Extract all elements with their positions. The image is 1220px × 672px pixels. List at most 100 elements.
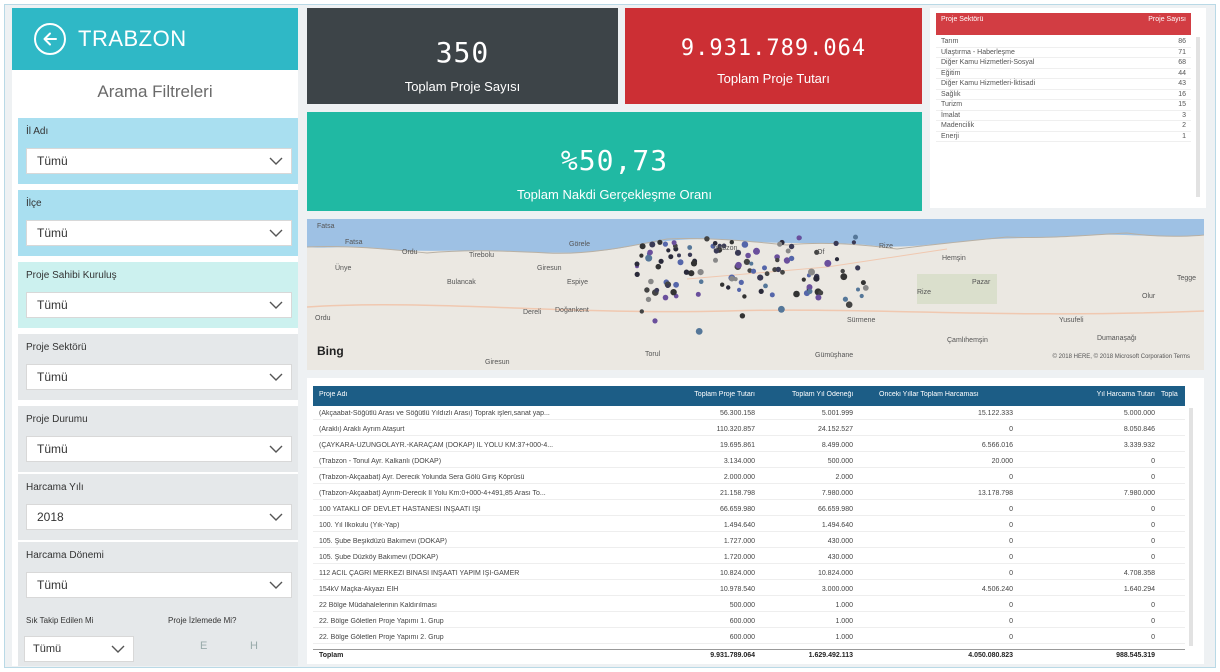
project-marker[interactable] xyxy=(743,258,750,265)
table-row[interactable]: (Trabzon-Akçaabat) Ayrım-Derecik İl Yolu… xyxy=(313,488,1185,500)
back-header[interactable]: TRABZON xyxy=(12,8,298,70)
project-marker[interactable] xyxy=(639,253,644,258)
sector-row[interactable]: Turizm 15 xyxy=(936,100,1191,111)
sector-row[interactable]: Madencilik 2 xyxy=(936,121,1191,132)
table-row[interactable]: 22. Bölge Göletleri Proje Yapımı 2. Grup… xyxy=(313,632,1185,644)
col-header-project[interactable]: Proje Adı xyxy=(319,391,519,398)
project-marker[interactable] xyxy=(758,288,764,294)
project-marker[interactable] xyxy=(671,240,677,246)
project-marker[interactable] xyxy=(673,281,679,288)
sector-row[interactable]: İmalat 3 xyxy=(936,111,1191,121)
project-marker[interactable] xyxy=(737,287,742,292)
project-marker[interactable] xyxy=(801,277,806,282)
project-marker[interactable] xyxy=(668,254,674,260)
kurulus-dropdown[interactable]: Tümü xyxy=(26,292,292,318)
project-marker[interactable] xyxy=(670,289,677,296)
project-marker[interactable] xyxy=(788,243,795,250)
table-row[interactable]: (Akçaabat-Söğütlü Arası ve Söğütlü Yıldı… xyxy=(313,408,1185,420)
project-marker[interactable] xyxy=(738,279,744,285)
project-marker[interactable] xyxy=(688,270,695,277)
project-marker[interactable] xyxy=(666,248,671,253)
izleme-option-h[interactable]: H xyxy=(250,640,258,652)
project-marker[interactable] xyxy=(662,241,668,247)
project-marker[interactable] xyxy=(860,280,866,286)
table-row[interactable]: 105. Şube Düzköy Bakımevi (DOKAP) 1.720.0… xyxy=(313,552,1185,564)
project-marker[interactable] xyxy=(665,284,670,288)
project-marker[interactable] xyxy=(775,266,781,273)
project-marker[interactable] xyxy=(634,271,640,277)
project-marker[interactable] xyxy=(739,313,746,319)
project-marker[interactable] xyxy=(851,240,857,245)
project-marker[interactable] xyxy=(687,252,693,257)
project-marker[interactable] xyxy=(840,268,845,274)
project-marker[interactable] xyxy=(645,296,652,303)
project-marker[interactable] xyxy=(655,263,662,270)
table-row[interactable]: 105. Şube Beşikdüzü Bakımevi (DOKAP) 1.72… xyxy=(313,536,1185,548)
project-marker[interactable] xyxy=(769,292,775,298)
sector-row[interactable]: Sağlık 16 xyxy=(936,90,1191,100)
project-marker[interactable] xyxy=(815,294,822,301)
project-marker[interactable] xyxy=(753,247,760,255)
ilce-dropdown[interactable]: Tümü xyxy=(26,220,292,246)
il-dropdown[interactable]: Tümü xyxy=(26,148,292,174)
sector-row[interactable]: Diğer Kamu Hizmetleri-Sosyal 68 xyxy=(936,58,1191,69)
project-marker[interactable] xyxy=(855,265,861,271)
project-marker[interactable] xyxy=(687,245,693,250)
project-marker[interactable] xyxy=(762,265,767,271)
project-marker[interactable] xyxy=(713,257,718,263)
table-row[interactable]: 22 Bölge Müdahalelerinin Kaldırılması 500… xyxy=(313,600,1185,612)
sektor-dropdown[interactable]: Tümü xyxy=(26,364,292,390)
table-row[interactable]: 100. Yıl İlkokulu (Yık-Yap) 1.494.640 1.49… xyxy=(313,520,1185,532)
table-row[interactable]: (ÇAYKARA-UZUNGÖLAYR.-KARAÇAM (DOKAP) İL … xyxy=(313,440,1185,452)
project-marker[interactable] xyxy=(777,241,783,247)
project-marker[interactable] xyxy=(834,257,840,262)
project-marker[interactable] xyxy=(808,268,815,276)
donem-dropdown[interactable]: Tümü xyxy=(26,572,292,598)
yil-dropdown[interactable]: 2018 xyxy=(26,504,292,530)
sector-scrollbar[interactable] xyxy=(1196,37,1200,197)
project-marker[interactable] xyxy=(788,255,795,262)
project-marker[interactable] xyxy=(862,285,869,291)
project-marker[interactable] xyxy=(733,277,738,282)
map-copyright[interactable]: © 2018 HERE, © 2018 Microsoft Corporatio… xyxy=(1053,354,1190,360)
project-marker[interactable] xyxy=(648,278,654,285)
project-marker[interactable] xyxy=(749,261,754,266)
project-marker[interactable] xyxy=(775,257,780,263)
project-marker[interactable] xyxy=(840,273,848,281)
project-marker[interactable] xyxy=(745,252,751,259)
sector-row[interactable]: Tarım 86 xyxy=(936,37,1191,48)
table-row[interactable]: (Araklı) Araklı Ayrım Ataşurt 110.320.857… xyxy=(313,424,1185,436)
table-row[interactable]: 112 ACİL ÇAĞRI MERKEZİ BİNASI İNŞAATI YA… xyxy=(313,568,1185,580)
project-marker[interactable] xyxy=(859,293,864,299)
col-header-total-amount[interactable]: Toplam Proje Tutarı xyxy=(633,391,755,398)
col-header-sector[interactable]: Proje Sektörü xyxy=(941,16,983,23)
project-marker[interactable] xyxy=(649,241,656,248)
col-header-total-cut[interactable]: Topla xyxy=(1161,391,1185,398)
durum-dropdown[interactable]: Tümü xyxy=(26,436,292,462)
takip-dropdown[interactable]: Tümü xyxy=(24,636,134,662)
sector-row[interactable]: Eğitim 44 xyxy=(936,69,1191,79)
sector-row[interactable]: Diğer Kamu Hizmetleri-İktisadi 43 xyxy=(936,79,1191,90)
project-marker[interactable] xyxy=(793,290,800,298)
project-marker[interactable] xyxy=(652,318,658,324)
project-markers[interactable] xyxy=(634,234,869,335)
project-marker[interactable] xyxy=(856,287,860,292)
table-row[interactable]: 22. Bölge Göletleri Proje Yapımı 1. Grup… xyxy=(313,616,1185,628)
project-marker[interactable] xyxy=(750,268,757,274)
table-row[interactable]: (Trabzon - Tonul Ayr. Kalkanlı (DOKAP) 3.… xyxy=(313,456,1185,468)
col-header-year-spending[interactable]: Yıl Harcama Tutarı xyxy=(1063,391,1155,398)
col-header-year-allowance[interactable]: Toplam Yıl Ödeneği xyxy=(757,391,853,398)
col-header-prev-spending[interactable]: Önceki Yıllar Toplam Harcaması xyxy=(879,391,1013,398)
project-marker[interactable] xyxy=(742,294,747,299)
project-marker[interactable] xyxy=(741,241,749,248)
project-marker[interactable] xyxy=(647,249,653,256)
project-marker[interactable] xyxy=(757,274,764,281)
project-marker[interactable] xyxy=(764,271,770,277)
project-marker[interactable] xyxy=(695,328,703,335)
project-marker[interactable] xyxy=(654,287,660,293)
project-marker[interactable] xyxy=(735,261,742,269)
project-marker[interactable] xyxy=(824,259,832,267)
project-marker[interactable] xyxy=(639,243,646,250)
table-row[interactable]: (Trabzon-Akçaabat) Ayr. Derecik Yolunda … xyxy=(313,472,1185,484)
project-marker[interactable] xyxy=(658,258,664,264)
